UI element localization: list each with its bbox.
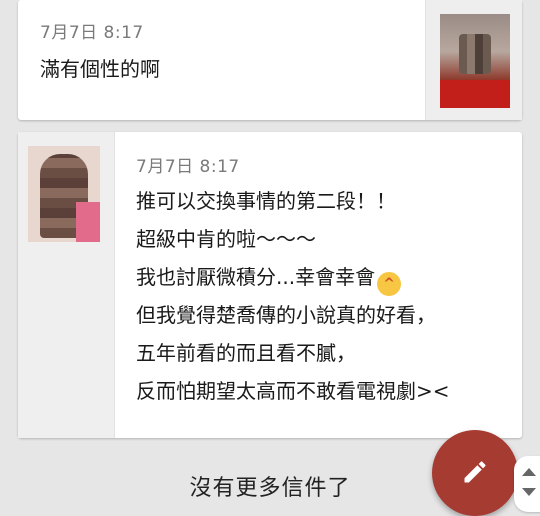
pencil-icon [464, 461, 486, 483]
laughing-emoji-icon: ^ [377, 272, 402, 296]
message-timestamp: 7月7日 8:17 [136, 157, 240, 177]
message-line: 五年前看的而且看不膩， [136, 341, 356, 365]
message-timestamp: 7月7日 8:17 [40, 23, 144, 43]
sender-avatar-panel [18, 132, 115, 438]
blurred-face [459, 34, 491, 74]
sender-avatar-panel [425, 0, 522, 120]
message-text: 滿有個性的啊 [40, 57, 160, 81]
avatar[interactable] [440, 14, 510, 108]
message-line: 但我覺得楚喬傳的小說真的好看， [136, 303, 436, 327]
avatar[interactable] [28, 146, 100, 242]
message-line-text: 我也討厭微積分...幸會幸會 [136, 265, 376, 289]
message-card[interactable]: 7月7日 8:17 滿有個性的啊 [18, 0, 522, 120]
message-card[interactable]: 7月7日 8:17 推可以交換事情的第二段！！ 超級中肯的啦～～～ 我也討厭微積… [18, 132, 522, 438]
message-line: 推可以交換事情的第二段！！ [136, 189, 396, 213]
avatar-shirt [440, 80, 510, 108]
chevron-down-icon [522, 488, 536, 496]
avatar-background [76, 202, 100, 242]
message-line: 我也討厭微積分...幸會幸會 ^ [136, 258, 450, 296]
compose-button[interactable] [432, 430, 518, 516]
message-line: 超級中肯的啦～～～ [136, 227, 316, 251]
message-line: 反而怕期望太高而不敢看電視劇>< [136, 379, 450, 403]
message-body: 推可以交換事情的第二段！！ 超級中肯的啦～～～ 我也討厭微積分...幸會幸會 ^ … [136, 182, 450, 410]
scroll-handle[interactable] [514, 456, 540, 512]
chevron-up-icon [522, 468, 536, 476]
